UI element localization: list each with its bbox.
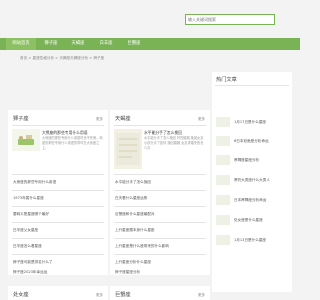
scorpio-feature-image[interactable]: [114, 129, 142, 169]
virgo-more-link[interactable]: 更多: [96, 293, 103, 298]
divider: [12, 238, 104, 239]
hot-item-thumbnail[interactable]: [216, 235, 230, 245]
nav-scorpio[interactable]: 天蝎座: [66, 38, 90, 50]
divider: [12, 125, 104, 126]
hot-item[interactable]: 日本摩羯座分析命运: [234, 198, 266, 203]
divider: [12, 254, 104, 255]
scorpio-more-link[interactable]: 更多: [198, 117, 205, 122]
divider: [12, 174, 104, 175]
divider: [114, 174, 206, 175]
virgo-title: 处女座: [13, 292, 29, 298]
nav-cancer[interactable]: 巨蟹座: [122, 38, 146, 50]
hot-articles-panel: 热门文章 1月17日是什么星座 6日本双鱼座分析命运 摩羯座星座分析 摩托大男座…: [212, 72, 292, 292]
hot-item-thumbnail[interactable]: [216, 155, 230, 165]
leo-feature-desc: 大熊座的那些专用什么用语时也不完美，熊座的那些专用什么用语的同时在大熊座之上。: [42, 136, 103, 150]
divider: [114, 190, 206, 191]
breadcrumb: 首页 > 星座性格分析 > 天蝎座天蝎座分析 > 狮子座: [20, 56, 105, 60]
hot-articles-title: 热门文章: [216, 77, 237, 83]
list-item[interactable]: 水平能分手了怎么挽回: [115, 180, 151, 185]
list-item[interactable]: 要释义是星座哪个最好: [13, 212, 49, 217]
list-item[interactable]: 狮子座可能是排名什么了: [13, 260, 53, 265]
virgo-panel: 处女座 更多: [8, 286, 108, 300]
search-box: [185, 14, 275, 25]
hot-item-thumbnail[interactable]: [216, 175, 230, 185]
divider: [114, 222, 206, 223]
search-input[interactable]: [188, 15, 258, 24]
hot-item-thumbnail[interactable]: [216, 215, 230, 225]
list-item[interactable]: 狮子座2023年幸运运: [13, 270, 47, 275]
divider: [114, 206, 206, 207]
list-item[interactable]: 上升星座跟本身什么星座: [115, 228, 155, 233]
divider: [114, 254, 206, 255]
list-item[interactable]: 白天看什么星座运势: [115, 196, 147, 201]
nav-aries[interactable]: 白羊座: [94, 38, 118, 50]
cancer-title: 巨蟹座: [115, 292, 131, 298]
divider: [114, 238, 206, 239]
list-item[interactable]: 巨蟹座和什么星座最配对: [115, 212, 155, 217]
leo-panel: 狮子座 更多 大熊座的那些专用什么用语 大熊座的那些专用什么用语时也不完美，熊座…: [8, 110, 108, 275]
divider: [12, 222, 104, 223]
leo-title: 狮子座: [13, 116, 29, 122]
list-item[interactable]: 白羊座父女星座: [13, 228, 38, 233]
hot-item[interactable]: 摩羯座星座分析: [234, 158, 259, 163]
nav-home[interactable]: 网站首页: [6, 38, 36, 50]
scorpio-title: 天蝎座: [115, 116, 131, 122]
divider: [12, 206, 104, 207]
scorpio-panel: 天蝎座 更多 水平能分手了怎么挽回 水平能分手了怎么挽回 好的婚姻 挽回女友小孩…: [110, 110, 210, 275]
list-item[interactable]: 大熊座的那些专用什么用语: [13, 180, 56, 185]
list-item[interactable]: 上升星座分析什么星座: [115, 260, 151, 265]
cancer-panel: 巨蟹座 更多: [110, 286, 210, 300]
hot-item[interactable]: 处女座是什么星座: [234, 218, 263, 223]
main-nav: 网站首页 狮子座 天蝎座 白羊座 巨蟹座: [0, 38, 300, 50]
hot-item[interactable]: 1月13日是什么星座: [234, 238, 266, 243]
leo-more-link[interactable]: 更多: [96, 117, 103, 122]
list-item[interactable]: 白羊座怎么看星座: [13, 244, 42, 249]
leo-feature-image[interactable]: [12, 129, 40, 151]
nav-leo[interactable]: 狮子座: [40, 38, 62, 50]
list-item[interactable]: 狮子座星座分析: [115, 270, 140, 275]
list-item[interactable]: 1973年属什么星座: [13, 196, 44, 201]
scorpio-feature-desc: 水平能分手了怎么挽回 好的婚姻 挽回女友小孩分手了如何 挽回婚姻 女友求婚失败怎…: [144, 136, 204, 150]
divider: [215, 85, 289, 86]
hot-item-thumbnail[interactable]: [216, 195, 230, 205]
divider: [114, 125, 206, 126]
cancer-more-link[interactable]: 更多: [198, 293, 205, 298]
hot-item[interactable]: 摩托大男座什么大男人: [234, 178, 270, 183]
search-button[interactable]: [260, 15, 274, 24]
list-item[interactable]: 上升星座是什么座带来的什么影响: [115, 244, 169, 249]
hot-item-thumbnail[interactable]: [216, 117, 230, 127]
hot-item-thumbnail[interactable]: [216, 136, 230, 146]
hot-item[interactable]: 6日本双鱼座分析命运: [234, 139, 269, 144]
header: [0, 0, 300, 36]
divider: [12, 190, 104, 191]
hot-item[interactable]: 1月17日是什么星座: [234, 120, 266, 125]
